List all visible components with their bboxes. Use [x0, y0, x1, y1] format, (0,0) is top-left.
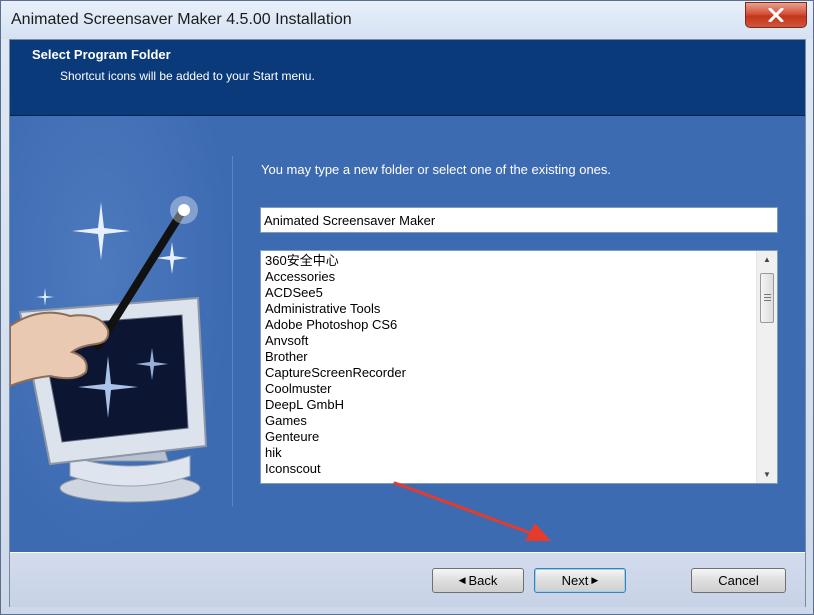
close-button[interactable] [745, 2, 807, 28]
title-bar[interactable]: Animated Screensaver Maker 4.5.00 Instal… [1, 1, 813, 39]
folder-list-item[interactable]: Administrative Tools [261, 301, 757, 317]
folder-list-item[interactable]: DeepL GmbH [261, 397, 757, 413]
thumb-grip-line [764, 297, 771, 298]
next-button[interactable]: Next ▶ [534, 568, 626, 593]
folder-list-item[interactable]: 360安全中心 [261, 253, 757, 269]
next-button-label: Next [561, 573, 589, 588]
installer-window: Animated Screensaver Maker 4.5.00 Instal… [0, 0, 814, 615]
scroll-thumb[interactable] [760, 273, 774, 323]
chevron-right-icon: ▶ [591, 575, 599, 585]
folder-list-item[interactable]: Accessories [261, 269, 757, 285]
back-button-label: Back [468, 573, 498, 588]
folder-list-item[interactable]: ACDSee5 [261, 285, 757, 301]
wizard-header: Select Program Folder Shortcut icons wil… [10, 40, 805, 116]
vertical-divider [232, 156, 233, 506]
chevron-left-icon: ◀ [458, 575, 466, 585]
existing-folders-listbox[interactable]: 360安全中心 Accessories ACDSee5 Administrative … [260, 250, 778, 484]
folder-list-item[interactable]: Genteure [261, 429, 757, 445]
magic-wand-monitor-illustration [9, 196, 208, 503]
page-subtitle: Shortcut icons will be added to your Sta… [60, 69, 315, 83]
back-button[interactable]: ◀ Back [432, 568, 524, 593]
folder-list-item[interactable]: Anvsoft [261, 333, 757, 349]
page-title: Select Program Folder [32, 47, 171, 62]
folder-list-item[interactable]: Adobe Photoshop CS6 [261, 317, 757, 333]
folder-list-item[interactable]: Games [261, 413, 757, 429]
window-title: Animated Screensaver Maker 4.5.00 Instal… [11, 11, 352, 28]
chevron-up-icon: ▲ [763, 255, 771, 264]
scroll-down-button[interactable]: ▼ [757, 466, 777, 483]
folder-list-item[interactable]: Coolmuster [261, 381, 757, 397]
thumb-grip-line [764, 300, 771, 301]
wizard-footer: ◀ Back Next ▶ Cancel [10, 552, 805, 607]
cancel-button[interactable]: Cancel [691, 568, 786, 593]
chevron-down-icon: ▼ [763, 470, 771, 479]
thumb-grip-line [764, 294, 771, 295]
folder-list-item[interactable]: CaptureScreenRecorder [261, 365, 757, 381]
folder-list-scrollbar[interactable]: ▲ ▼ [756, 251, 777, 483]
folder-list-item[interactable]: Brother [261, 349, 757, 365]
scroll-up-button[interactable]: ▲ [757, 251, 777, 268]
folder-list-item[interactable]: hik [261, 445, 757, 461]
annotation-arrow-icon [393, 481, 551, 541]
instruction-text: You may type a new folder or select one … [261, 162, 612, 177]
wizard-illustration [9, 116, 232, 552]
program-folder-input[interactable] [260, 207, 778, 233]
folder-list: 360安全中心 Accessories ACDSee5 Administrative … [261, 251, 757, 483]
close-icon [768, 8, 784, 22]
